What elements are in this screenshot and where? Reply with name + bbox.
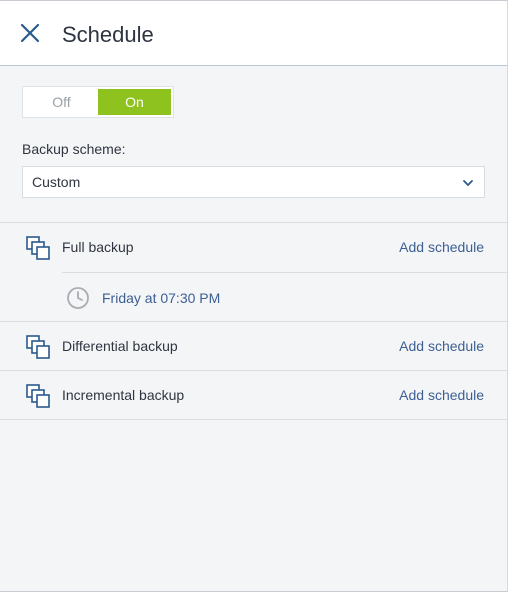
backup-copies-icon xyxy=(26,236,50,260)
backup-row-incremental: Incremental backup Add schedule xyxy=(0,371,507,419)
panel-header: Schedule xyxy=(0,1,507,66)
toggle-off-option[interactable]: Off xyxy=(25,89,98,115)
add-schedule-link[interactable]: Add schedule xyxy=(399,338,484,354)
backup-scheme-select[interactable]: Custom xyxy=(22,166,485,198)
backup-row-full: Full backup Add schedule xyxy=(0,223,507,271)
close-icon xyxy=(20,23,40,43)
backup-copies-icon xyxy=(26,335,50,359)
page-title: Schedule xyxy=(62,22,154,47)
backup-scheme-label: Backup scheme: xyxy=(22,141,126,157)
row-divider xyxy=(0,419,507,420)
chevron-down-icon xyxy=(463,180,473,186)
clock-icon xyxy=(67,287,89,309)
backup-row-differential: Differential backup Add schedule xyxy=(0,322,507,370)
toggle-on-option[interactable]: On xyxy=(98,89,171,115)
schedule-entry[interactable]: Friday at 07:30 PM xyxy=(0,273,507,321)
close-button[interactable] xyxy=(18,21,42,45)
backup-name: Differential backup xyxy=(62,338,178,354)
backup-name: Full backup xyxy=(62,239,134,255)
add-schedule-link[interactable]: Add schedule xyxy=(399,239,484,255)
schedule-time[interactable]: Friday at 07:30 PM xyxy=(102,290,220,306)
backup-name: Incremental backup xyxy=(62,387,185,403)
schedule-toggle[interactable]: Off On xyxy=(22,86,174,118)
add-schedule-link[interactable]: Add schedule xyxy=(399,387,484,403)
backup-scheme-value: Custom xyxy=(32,174,81,190)
backup-copies-icon xyxy=(26,384,50,408)
